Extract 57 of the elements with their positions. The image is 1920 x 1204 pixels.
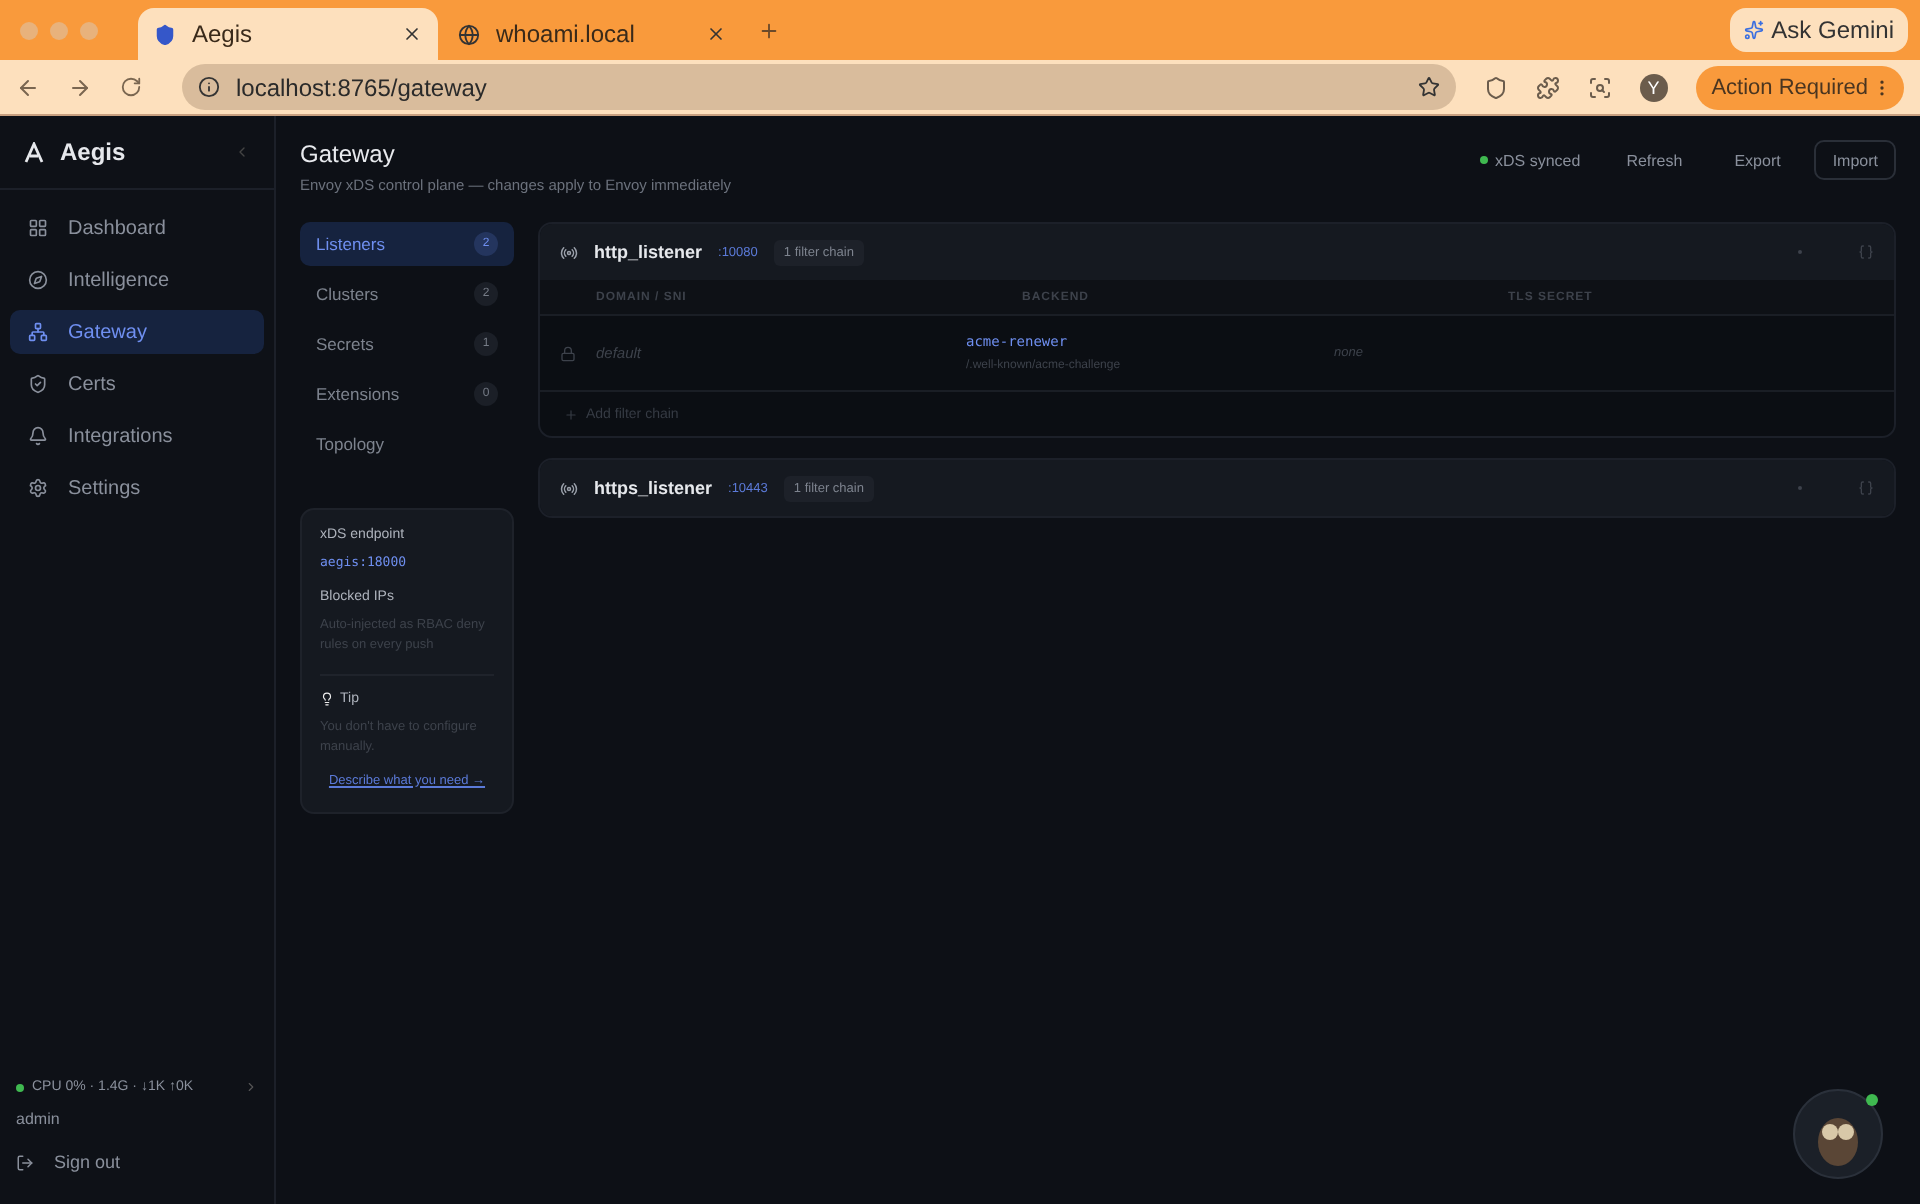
page-title: Gateway (300, 140, 397, 168)
nav-item[interactable]: Gateway (10, 310, 264, 354)
header-button[interactable]: Refresh (1608, 140, 1701, 180)
address-bar[interactable]: localhost:8765/gateway (182, 64, 1456, 110)
lock-icon (560, 345, 576, 361)
back-icon[interactable] (16, 75, 40, 99)
plus-icon (564, 407, 578, 421)
puzzle-icon[interactable] (1535, 75, 1560, 99)
logo-icon (24, 141, 44, 163)
compass-icon (28, 270, 48, 290)
ask-gemini-button[interactable]: Ask Gemini (1729, 8, 1908, 52)
network-icon (28, 322, 48, 342)
forward-icon[interactable] (68, 75, 92, 99)
browser-tab[interactable]: whoami.local (442, 8, 742, 60)
header-button[interactable]: Export (1716, 140, 1799, 180)
listener-name: http_listener (594, 242, 703, 262)
tab-title: whoami.local (496, 20, 637, 48)
bell-icon (28, 426, 48, 446)
shield-icon (154, 23, 176, 45)
grid-icon (28, 218, 48, 238)
reload-icon[interactable] (120, 76, 142, 98)
subnav-item[interactable]: Topology (300, 422, 514, 466)
sign-out-icon (16, 1153, 34, 1171)
nav-item[interactable]: Certs (10, 362, 264, 406)
tab-title: Aegis (192, 20, 255, 48)
antenna-icon (560, 243, 578, 261)
close-icon[interactable] (706, 24, 726, 44)
new-tab-icon[interactable] (758, 19, 780, 41)
shield-icon[interactable] (1483, 75, 1508, 99)
nav-item[interactable]: Intelligence (10, 258, 264, 302)
chevron-icon[interactable] (244, 1080, 258, 1094)
nav-item[interactable]: Settings (10, 466, 264, 510)
brand-name: Aegis (60, 138, 128, 166)
status-dot (1479, 156, 1487, 164)
profile-avatar[interactable]: Y (1639, 73, 1668, 101)
lightbulb-icon (320, 691, 334, 706)
listener-name: https_listener (594, 478, 713, 498)
status-dot (16, 1083, 24, 1091)
nav-item[interactable]: Integrations (10, 414, 264, 458)
browser-tab[interactable]: Aegis (138, 8, 438, 60)
header-button[interactable]: Import (1814, 140, 1896, 180)
bookmark-icon[interactable] (1417, 76, 1440, 98)
nav-item[interactable]: Dashboard (10, 206, 264, 250)
globe-icon (458, 23, 480, 45)
antenna-icon (560, 479, 578, 497)
sign-out-link[interactable]: Sign out (16, 1144, 258, 1180)
info-icon[interactable] (198, 76, 220, 98)
gear-icon (28, 478, 48, 498)
close-icon[interactable] (402, 24, 422, 44)
action-required-button[interactable]: Action Required (1695, 65, 1904, 109)
user-name: admin (16, 1110, 62, 1128)
shield-icon (28, 374, 48, 394)
assistant-avatar[interactable] (1792, 1088, 1884, 1180)
sparkle-icon (1743, 20, 1764, 40)
url-text: localhost:8765/gateway (236, 73, 489, 101)
screen-search-icon[interactable] (1587, 75, 1612, 99)
sync-status: xDS synced (1495, 151, 1581, 169)
